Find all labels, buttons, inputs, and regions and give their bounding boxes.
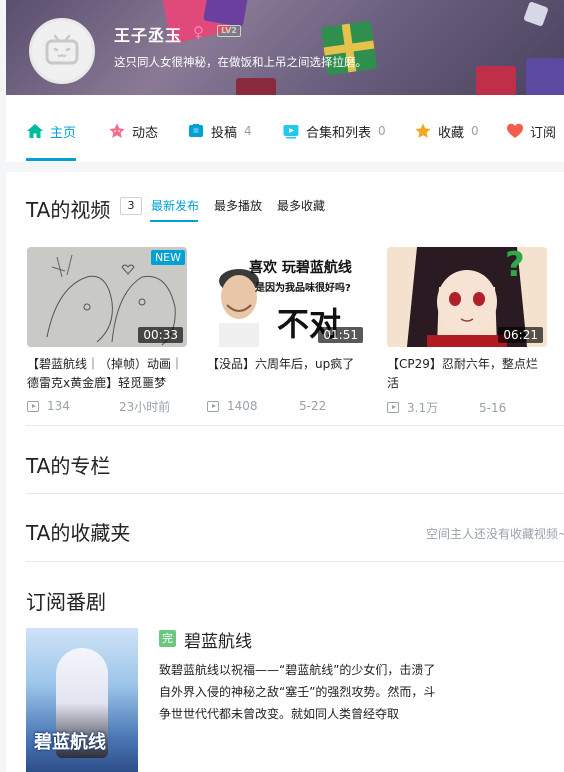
section-divider [26,561,564,562]
tab-most-played[interactable]: 最多播放 [214,197,262,214]
videos-section-title[interactable]: TA的视频 [26,194,110,223]
gift-decoration [526,58,564,95]
person-photo [211,265,267,347]
tab-dynamic-label: 动态 [132,125,159,141]
video-title[interactable]: 【碧蓝航线｜（掉帧）动画｜德雷克x黄金鹿】轻觅噩梦 [27,355,187,393]
section-divider [26,425,564,426]
tab-collections[interactable]: 合集和列表 0 [282,121,386,141]
tab-subscriptions[interactable]: 订阅 [506,121,556,141]
thumb-caption-1: 喜欢 玩碧蓝航线 [249,260,352,276]
video-duration: 01:51 [318,327,363,343]
question-mark-graphic: ? [505,247,525,285]
video-thumbnail[interactable]: NEW 00:33 [27,247,187,347]
tab-subscriptions-label: 订阅 [530,125,557,141]
gender-female-icon: ♀ [193,23,204,41]
thumb-caption-2: 是因为我品味很好吗? [255,283,351,294]
video-meta: 134 23小时前 [27,399,187,414]
gift-decoration [236,78,276,95]
tab-upload-label: 投稿 [211,125,238,141]
avatar[interactable] [29,18,95,84]
section-divider [26,493,564,494]
bangumi-cover[interactable]: 碧蓝航线 [26,628,138,772]
video-title[interactable]: 【没品】六周年后，up疯了 [207,355,367,393]
video-date: 5-16 [479,400,507,415]
video-count-badge: 3 [120,197,142,215]
video-meta: 3.1万 5-16 [387,399,547,416]
main-panel: TA的视频 3 最新发布 最多播放 最多收藏 NEW 00:33 【碧蓝航线｜（… [6,172,564,772]
level-badge: LV2 [217,25,241,37]
profile-banner: 王子丞玉 ♀ LV2 这只同人女很神秘，在做饭和上吊之间选择拉磨。 [6,0,564,95]
bangumi-title[interactable]: 碧蓝航线 [184,627,252,652]
bangumi-description: 致碧蓝航线以祝福——“碧蓝航线”的少女们，击溃了自外界入侵的神秘之敌“塞壬”的强… [159,663,436,721]
tab-collections-label: 合集和列表 [306,125,372,141]
video-duration: 00:33 [138,327,183,343]
column-section-title[interactable]: TA的专栏 [26,450,110,479]
video-card[interactable]: NEW 00:33 【碧蓝航线｜（掉帧）动画｜德雷克x黄金鹿】轻觅噩梦 134 … [27,247,187,414]
star-icon [414,122,432,140]
collections-count: 0 [378,124,386,138]
video-thumbnail[interactable]: ? 06:21 [387,247,547,347]
video-date: 5-22 [299,399,327,413]
tab-favorites-label: 收藏 [438,125,465,141]
feed-icon [108,122,126,140]
tab-latest[interactable]: 最新发布 [151,197,199,214]
video-title[interactable]: 【CP29】忍耐六年，整点烂活 [387,355,547,393]
video-duration: 06:21 [498,327,543,343]
username: 王子丞玉 [114,26,183,45]
upload-count: 4 [244,124,252,138]
upload-icon [187,122,205,140]
gift-decoration [523,1,549,27]
tab-upload[interactable]: 投稿 4 [187,121,252,141]
view-count: 1408 [227,399,258,413]
user-sign[interactable]: 这只同人女很神秘，在做饭和上吊之间选择拉磨。 [114,54,367,70]
video-date: 23小时前 [119,399,171,414]
tab-home[interactable]: 主页 [26,121,76,141]
bangumi-section-title[interactable]: 订阅番剧 [26,586,106,615]
active-tab-indicator [26,158,76,161]
play-count-icon [207,400,219,412]
favorites-section-title[interactable]: TA的收藏夹 [26,517,130,546]
collection-icon [282,122,300,140]
tv-icon [45,34,79,65]
view-count: 3.1万 [407,401,439,415]
video-tab-indicator [150,220,198,222]
finished-badge: 完 [159,630,176,647]
view-count: 134 [47,399,70,413]
heart-icon [506,122,524,140]
video-card[interactable]: 喜欢 玩碧蓝航线 是因为我品味很好吗? 不对 01:51 【没品】六周年后，up… [207,247,367,413]
cover-logo-text: 碧蓝航线 [34,732,106,753]
tab-dynamic[interactable]: 动态 [108,121,158,141]
play-count-icon [387,402,399,413]
video-meta: 1408 5-22 [207,399,367,413]
play-count-icon [27,400,39,412]
gift-decoration [476,66,516,95]
favorites-empty-text: 空间主人还没有收藏视频~ [426,527,564,541]
space-navbar: 主页 动态 投稿 4 合集和列表 0 收藏 0 订阅 [6,95,564,162]
favorites-count: 0 [471,124,479,138]
tab-favorites[interactable]: 收藏 0 [414,121,479,141]
video-thumbnail[interactable]: 喜欢 玩碧蓝航线 是因为我品味很好吗? 不对 01:51 [207,247,367,347]
video-card[interactable]: ? 06:21 【CP29】忍耐六年，整点烂活 3.1万 5-16 [387,247,547,416]
tab-most-favorited[interactable]: 最多收藏 [277,197,325,214]
tab-home-label: 主页 [50,125,77,141]
new-badge: NEW [150,250,185,265]
home-icon [26,122,44,140]
